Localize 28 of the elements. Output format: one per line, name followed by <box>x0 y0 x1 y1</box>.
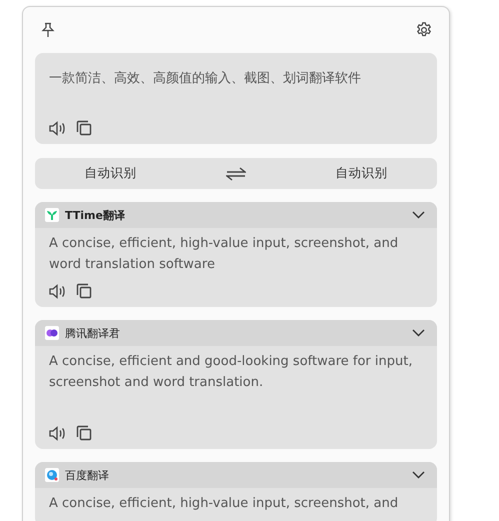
source-text: 一款简洁、高效、高颜值的输入、截图、划词翻译软件 <box>49 70 362 87</box>
copy-icon[interactable] <box>76 283 92 299</box>
bubble-logo-icon <box>45 326 59 340</box>
swap-icon[interactable] <box>226 166 246 180</box>
source-text-box[interactable]: 一款简洁、高效、高颜值的输入、截图、划词翻译软件 <box>35 53 437 144</box>
speaker-icon[interactable] <box>49 284 66 298</box>
result-header[interactable]: TTime翻译 <box>35 202 437 228</box>
chevron-down-icon[interactable] <box>412 329 425 337</box>
translation-text: A concise, efficient, high-value input, screenshot, and word translation software <box>48 235 400 274</box>
globe-logo-icon <box>45 468 59 482</box>
translation-text: A concise, efficient, high-value input, screenshot, and <box>48 495 400 513</box>
service-name: 腾讯翻译君 <box>65 326 120 340</box>
pin-icon[interactable] <box>41 22 55 38</box>
settings-icon[interactable] <box>415 21 433 39</box>
speaker-icon[interactable] <box>49 426 66 440</box>
copy-icon[interactable] <box>76 120 92 136</box>
service-name: 百度翻译 <box>65 468 109 482</box>
result-header[interactable]: 腾讯翻译君 <box>35 320 437 346</box>
copy-icon[interactable] <box>76 425 92 441</box>
target-language-button[interactable]: 自动识别 <box>325 161 398 186</box>
source-language-button[interactable]: 自动识别 <box>74 161 147 186</box>
chevron-down-icon[interactable] <box>412 211 425 219</box>
leaf-logo-icon <box>45 208 59 222</box>
result-header[interactable]: 百度翻译 <box>35 462 437 488</box>
translation-text: A concise, efficient and good-looking software for input, screenshot and word translation. <box>48 353 414 392</box>
chevron-down-icon[interactable] <box>412 471 425 479</box>
service-name: TTime翻译 <box>65 208 125 222</box>
speaker-icon[interactable] <box>49 120 66 136</box>
